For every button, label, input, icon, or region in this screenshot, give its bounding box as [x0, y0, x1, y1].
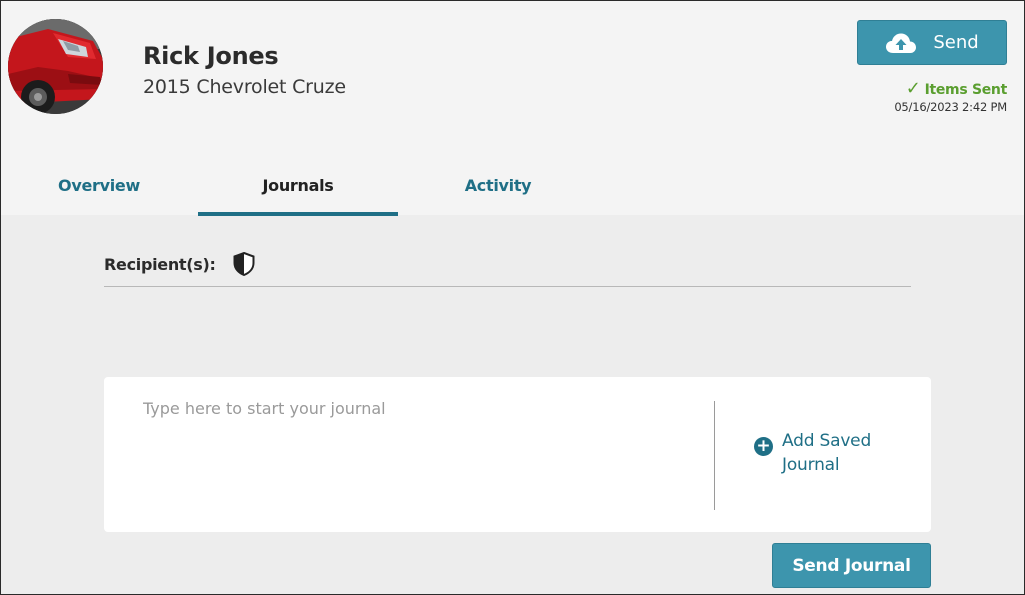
tab-overview[interactable]: Overview [1, 159, 197, 216]
tab-activity[interactable]: Activity [398, 159, 598, 216]
vehicle-description: 2015 Chevrolet Cruze [143, 76, 346, 98]
app-frame: Rick Jones 2015 Chevrolet Cruze Send ✓ It… [0, 0, 1025, 595]
journal-editor-card: + Add Saved Journal [104, 377, 931, 532]
damaged-car-photo [8, 19, 103, 114]
items-sent-status: ✓ Items Sent [881, 78, 1008, 99]
send-button-label: Send [933, 32, 979, 53]
customer-header: Rick Jones 2015 Chevrolet Cruze Send ✓ It… [1, 1, 1024, 216]
plus-circle-icon: + [754, 437, 773, 456]
cloud-upload-icon [886, 33, 917, 53]
checkmark-icon: ✓ [905, 78, 921, 99]
tab-journals[interactable]: Journals [198, 159, 398, 216]
journal-input[interactable] [143, 399, 703, 509]
sent-timestamp: 05/16/2023 2:42 PM [894, 100, 1007, 114]
shield-icon[interactable] [233, 252, 255, 276]
add-saved-journal-button[interactable]: + Add Saved Journal [754, 429, 904, 477]
recipients-label: Recipient(s): [104, 255, 216, 274]
recipients-divider [104, 286, 911, 287]
send-journal-button[interactable]: Send Journal [772, 543, 931, 588]
add-saved-journal-label: Add Saved Journal [782, 431, 872, 475]
editor-divider [714, 401, 715, 510]
items-sent-label: Items Sent [924, 82, 1008, 98]
customer-name: Rick Jones [143, 42, 279, 70]
send-button[interactable]: Send [857, 20, 1007, 65]
vehicle-photo-avatar [8, 19, 103, 114]
